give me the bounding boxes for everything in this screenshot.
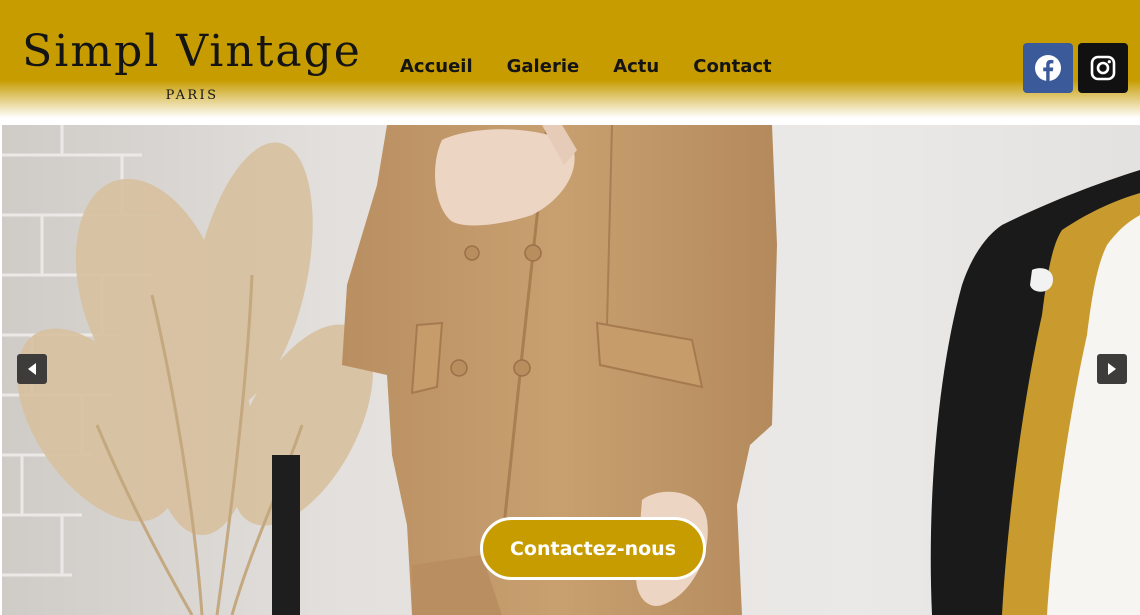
instagram-icon [1090,55,1116,81]
main-nav: Accueil Galerie Actu Contact [400,55,772,79]
contact-cta-button[interactable]: Contactez-nous [480,517,706,580]
nav-item-contact[interactable]: Contact [693,55,771,79]
instagram-button[interactable] [1078,43,1128,93]
facebook-icon [1035,55,1061,81]
nav-item-accueil[interactable]: Accueil [400,55,473,79]
slider-next-button[interactable] [1097,354,1127,384]
vase [272,455,300,615]
caret-left-icon [28,363,36,375]
brand-logo[interactable]: Simpl Vintage PARIS [0,26,384,104]
facebook-button[interactable] [1023,43,1073,93]
nav-item-actu[interactable]: Actu [613,55,659,79]
hero-slider: Contactez-nous [2,125,1140,615]
nav-item-galerie[interactable]: Galerie [507,55,580,79]
slider-prev-button[interactable] [17,354,47,384]
brand-title: Simpl Vintage [22,26,362,77]
site-header: Simpl Vintage PARIS Accueil Galerie Actu… [0,0,1140,125]
brand-subtitle: PARIS [165,88,219,103]
caret-right-icon [1108,363,1116,375]
